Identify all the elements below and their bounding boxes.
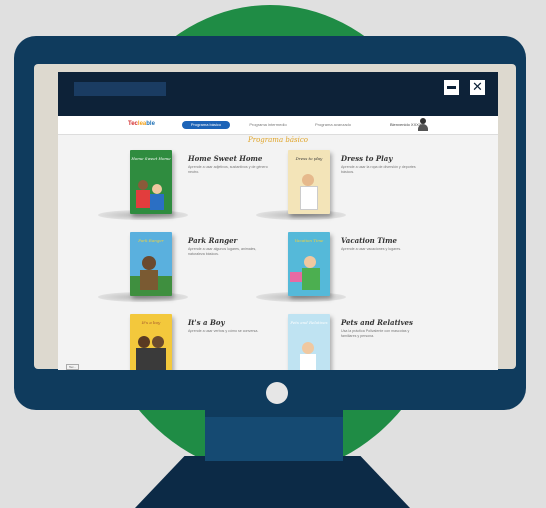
close-icon: ✕	[472, 80, 483, 95]
book-description: Aprende a usar adjetivos, sustantivos y …	[188, 165, 268, 174]
book-cover-text: It's a boy	[141, 320, 161, 325]
book-cover-its-a-boy[interactable]: It's a boy	[130, 314, 172, 370]
footer-tag[interactable]: Tec...	[66, 364, 80, 370]
book-cover-vacation-time[interactable]: Vacation Time	[288, 232, 330, 296]
top-nav: Tecleable Programa básico Programa inter…	[58, 116, 498, 135]
tab-programa-avanzado[interactable]: Programa avanzado	[308, 121, 358, 129]
book-title[interactable]: Park Ranger	[188, 236, 237, 245]
user-greeting: Bienvenido XXXX	[390, 122, 422, 127]
monitor-stand-base	[135, 456, 410, 508]
book-cover-text: Park Ranger	[138, 238, 164, 243]
book-description: Aprende a usar algunos lugares, animales…	[188, 247, 257, 256]
book-description: Usa la práctica Polivalente con mascotas…	[341, 329, 410, 338]
tab-programa-basico[interactable]: Programa básico	[182, 121, 230, 129]
book-cover-text: Home Sweet Home	[131, 156, 171, 161]
screen: ✕ Tecleable Programa básico Programa int…	[58, 72, 498, 370]
app-logo[interactable]: Tecleable	[128, 121, 155, 127]
logo-part-2: lea	[137, 121, 147, 127]
book-description: Aprende a usar verbos y cómo se conversa…	[188, 329, 259, 333]
book-cover-home-sweet-home[interactable]: Home Sweet Home	[130, 150, 172, 214]
minimize-icon	[447, 86, 456, 89]
section-title: Programa básico	[248, 136, 308, 144]
window-titlebar: ✕	[58, 72, 498, 116]
book-cover-text: Pets and Relatives	[290, 320, 328, 325]
book-title[interactable]: Pets and Relatives	[341, 318, 413, 327]
book-cover-pets-and-relatives[interactable]: Pets and Relatives	[288, 314, 330, 370]
book-cover-text: Dress to play	[295, 156, 323, 161]
book-description: Aprende a usar la ropa de diversión y de…	[341, 165, 416, 174]
minimize-button[interactable]	[444, 80, 459, 95]
book-title[interactable]: Dress to Play	[341, 154, 392, 163]
book-title[interactable]: Home Sweet Home	[188, 154, 262, 163]
power-button[interactable]	[266, 382, 288, 404]
book-title[interactable]: Vacation Time	[341, 236, 397, 245]
window-title-placeholder	[74, 82, 166, 96]
close-button[interactable]: ✕	[470, 80, 485, 95]
book-title[interactable]: It's a Boy	[188, 318, 225, 327]
logo-part-1: Tec	[128, 121, 138, 127]
book-description: Aprende a usar vacaciones y lugares.	[341, 247, 402, 251]
logo-part-3: ble	[146, 121, 155, 127]
avatar[interactable]	[418, 118, 428, 131]
tab-programa-intermedio[interactable]: Programa intermedio	[243, 121, 293, 129]
book-cover-dress-to-play[interactable]: Dress to play	[288, 150, 330, 214]
book-cover-park-ranger[interactable]: Park Ranger	[130, 232, 172, 296]
book-cover-text: Vacation Time	[294, 238, 324, 243]
